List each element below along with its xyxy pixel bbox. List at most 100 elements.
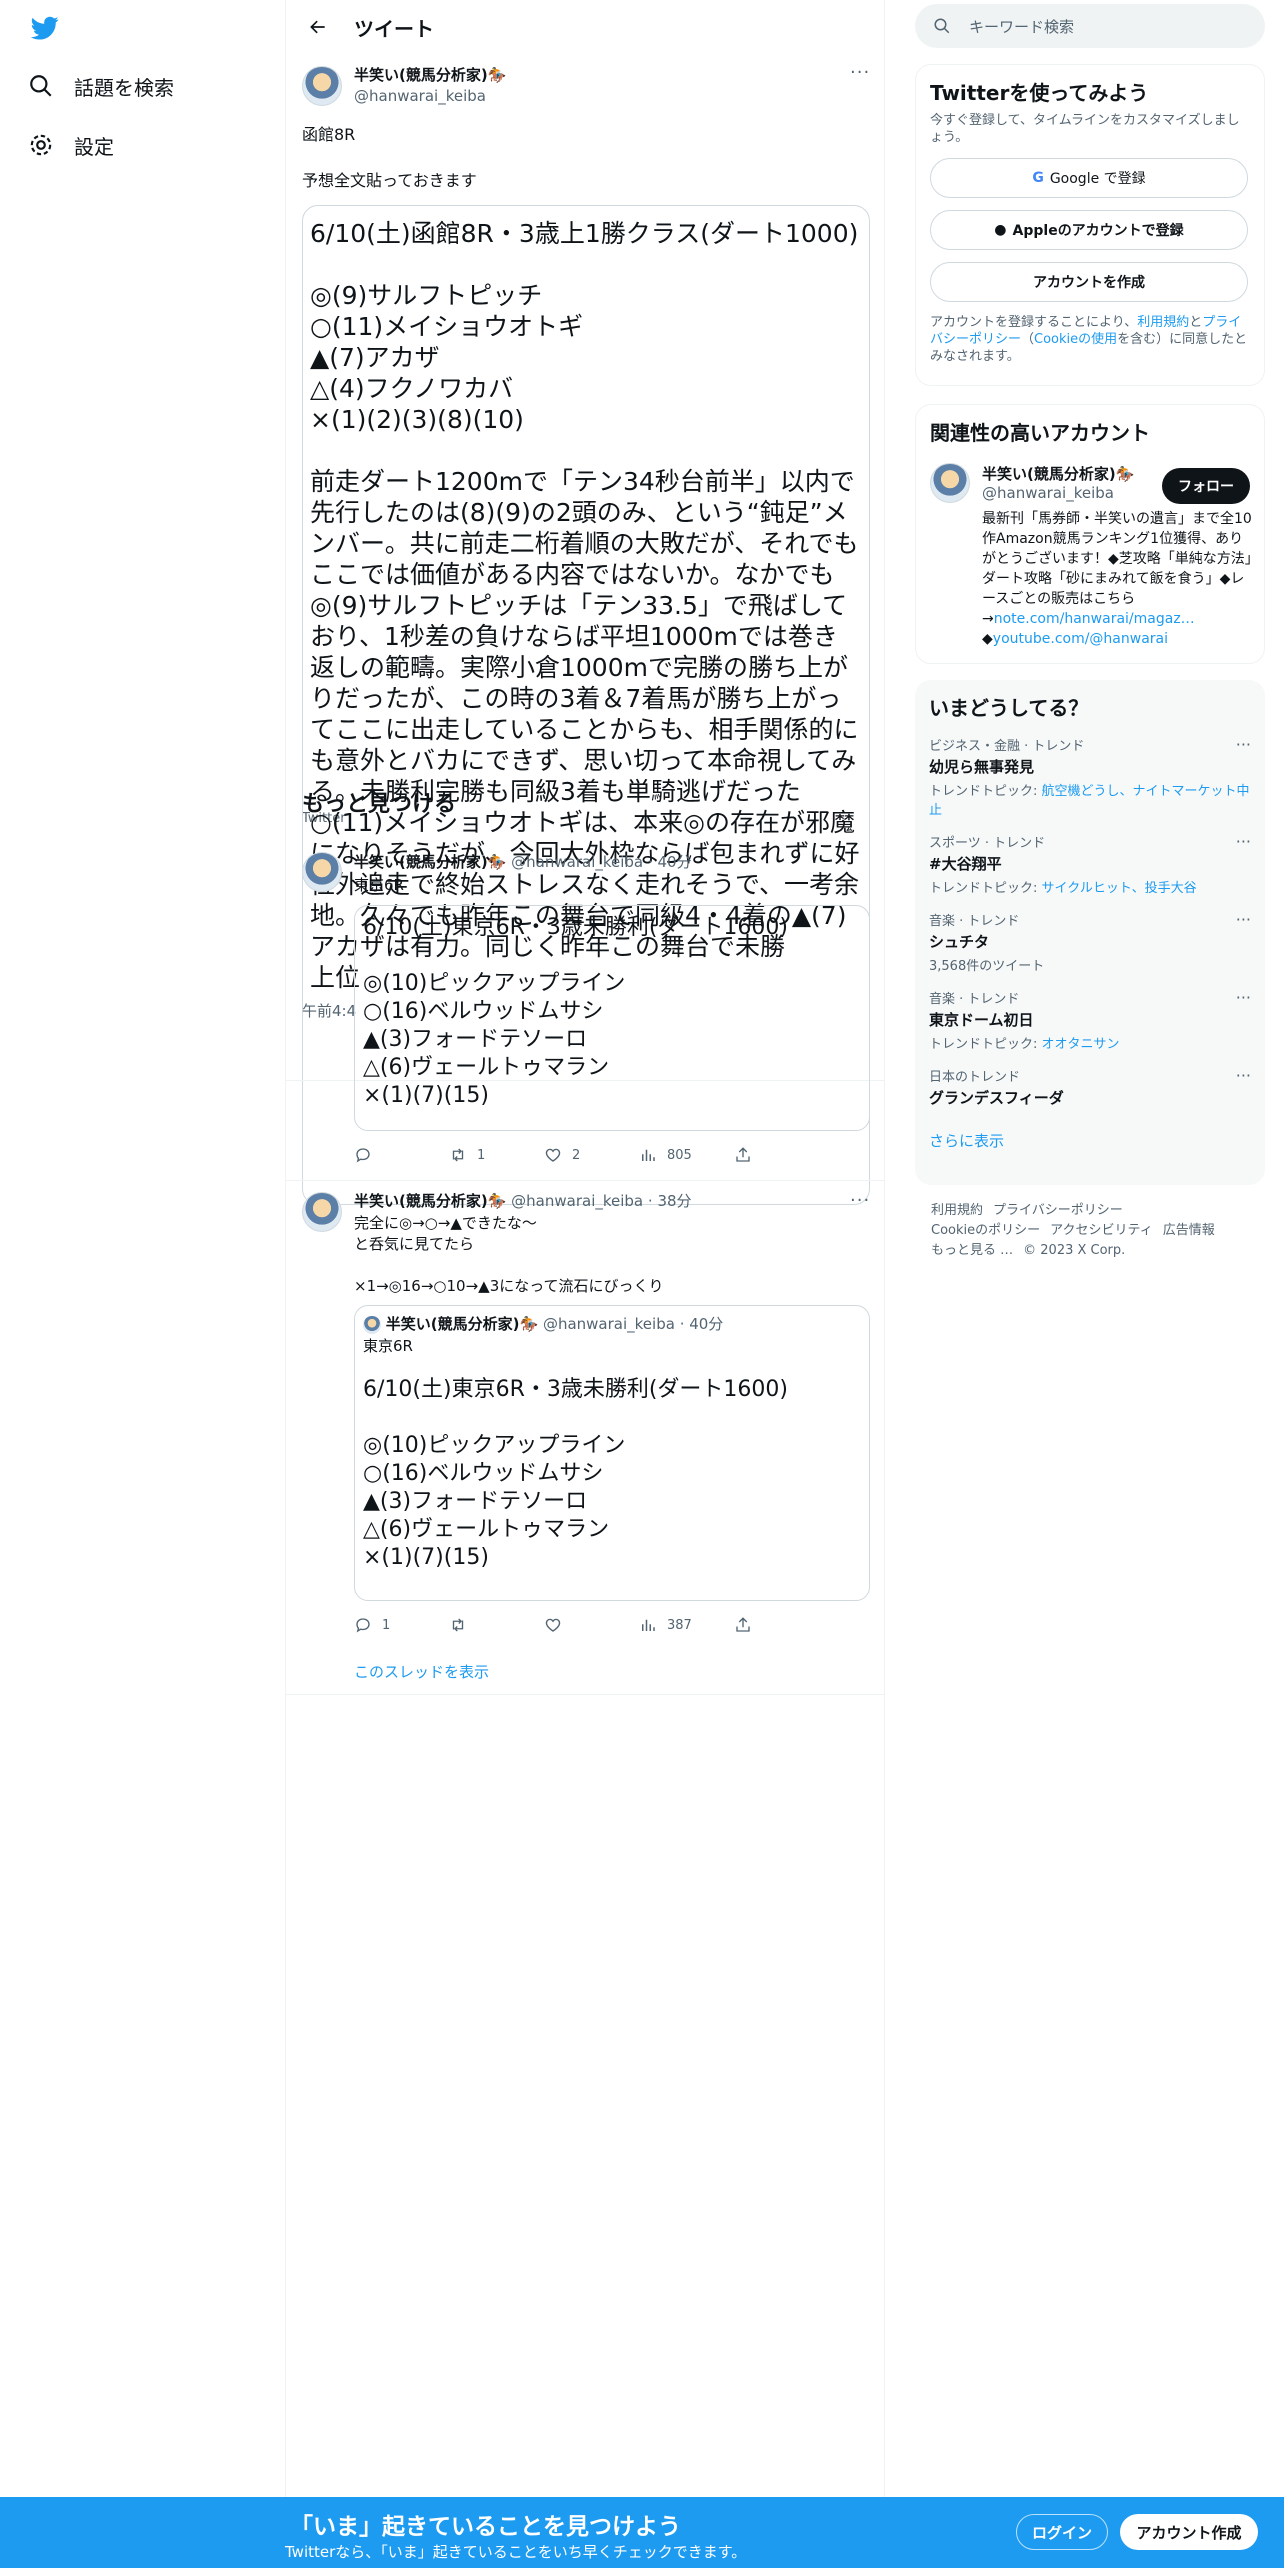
related-name[interactable]: 半笑い(競馬分析家)🏇	[982, 463, 1152, 484]
share-button[interactable]	[734, 1616, 794, 1634]
like-button[interactable]	[544, 1616, 604, 1634]
quoted-tweet[interactable]: 半笑い(競馬分析家)🏇 @hanwarai_keiba · 40分 東京6R 6…	[354, 1305, 870, 1601]
related-accounts-panel: 関連性の高いアカウント 半笑い(競馬分析家)🏇 @hanwarai_keiba …	[915, 404, 1265, 664]
reply-time[interactable]: · 40分	[648, 853, 692, 871]
youtube-link[interactable]: youtube.com/@hanwarai	[993, 631, 1168, 647]
tweet-time[interactable]: 午前4:4	[302, 1000, 356, 1021]
google-signup-button[interactable]: G Google で登録	[930, 158, 1248, 198]
reply-handle[interactable]: @hanwarai_keiba	[511, 853, 643, 871]
nav-explore[interactable]: 話題を検索	[28, 66, 174, 106]
avatar[interactable]	[302, 852, 342, 892]
card-pick: △(4)フクノワカバ	[310, 374, 514, 403]
share-icon	[736, 1147, 750, 1162]
retweet-button[interactable]: 1	[449, 1146, 509, 1164]
bar-chart-icon	[642, 1149, 655, 1161]
avatar[interactable]	[930, 463, 970, 503]
quote-label: 東京6R	[363, 1337, 413, 1355]
quote-title: 6/10(土)東京6R・3歳未勝利(ダート1600)	[363, 915, 789, 940]
bottom-signup-bar: 「いま」起きていることを見つけよう Twitterなら、「いま」起きていることを…	[0, 2497, 1284, 2568]
footer-accessibility[interactable]: アクセシビリティ	[1050, 1223, 1153, 1238]
more-icon[interactable]: ···	[1236, 1066, 1251, 1085]
reply-line: ×1→◎16→○10→▲3になって流石にびっくり	[354, 1277, 664, 1295]
trend-item[interactable]: スポーツ · トレンド #大谷翔平 トレンドトピック: サイクルヒット、投手大谷…	[929, 832, 1251, 896]
avatar[interactable]	[302, 66, 342, 106]
retweet-icon	[452, 1148, 464, 1162]
reply-button[interactable]: 1	[354, 1616, 414, 1634]
reply-time[interactable]: · 38分	[648, 1192, 692, 1210]
quoted-tweet[interactable]: 6/10(土)東京6R・3歳未勝利(ダート1600) ◎(10)ピックアップライ…	[354, 905, 870, 1131]
quote-pick: ◎(10)ピックアップライン	[363, 1433, 626, 1458]
reply-author-name[interactable]: 半笑い(競馬分析家)🏇	[354, 1192, 506, 1210]
more-icon[interactable]: ···	[1236, 832, 1251, 851]
search-icon	[30, 75, 52, 97]
share-icon	[736, 1617, 750, 1632]
quote-pick: △(6)ヴェールトゥマラン	[363, 1055, 610, 1080]
show-more-link[interactable]: さらに表示	[929, 1130, 1251, 1151]
create-account-button[interactable]: アカウントを作成	[930, 262, 1248, 302]
more-icon[interactable]: ···	[1236, 735, 1251, 754]
card-pick: ○(11)メイショウオトギ	[310, 312, 584, 341]
show-thread-link[interactable]: このスレッドを表示	[354, 1661, 489, 1682]
trend-item[interactable]: 音楽 · トレンド シュチタ 3,568件のツイート ···	[929, 910, 1251, 974]
author-handle[interactable]: @hanwarai_keiba	[354, 87, 506, 105]
reply-author-name[interactable]: 半笑い(競馬分析家)🏇	[354, 853, 506, 871]
cookie-link[interactable]: Cookieの使用	[1034, 332, 1117, 347]
terms-link[interactable]: 利用規約	[1137, 315, 1189, 330]
quote-pick: ○(16)ベルウッドムサシ	[363, 999, 604, 1024]
quote-pick: ×(1)(7)(15)	[363, 1545, 489, 1570]
tweet-line: 函館8R	[302, 125, 356, 144]
nav-settings[interactable]: 設定	[28, 125, 114, 165]
login-button[interactable]: ログイン	[1016, 2514, 1108, 2550]
author-name[interactable]: 半笑い(競馬分析家)🏇	[354, 64, 506, 85]
signup-sub: 今すぐ登録して、タイムラインをカスタマイズしましょう。	[930, 113, 1240, 145]
avatar[interactable]	[302, 1192, 342, 1232]
trend-item[interactable]: ビジネス・金融 · トレンド 幼児ら無事発見 トレンドトピック: 航空機どうし、…	[929, 735, 1251, 818]
more-icon[interactable]: ···	[850, 62, 870, 83]
more-icon[interactable]: ···	[850, 1190, 870, 1211]
footer-more[interactable]: もっと見る …	[931, 1243, 1013, 1258]
quote-title: 6/10(土)東京6R・3歳未勝利(ダート1600)	[363, 1377, 789, 1402]
quote-pick: ○(16)ベルウッドムサシ	[363, 1461, 604, 1486]
reply-button[interactable]	[354, 1146, 414, 1164]
trend-item[interactable]: 日本のトレンド グランデスフィーダ ···	[929, 1066, 1251, 1108]
footer-privacy[interactable]: プライバシーポリシー	[993, 1203, 1123, 1218]
views-button[interactable]: 387	[639, 1616, 699, 1634]
trend-item[interactable]: 音楽 · トレンド 東京ドーム初日 トレンドトピック: オオタニサン ···	[929, 988, 1251, 1052]
quote-time: · 40分	[679, 1315, 724, 1333]
tweet-line: 予想全文貼っておきます	[302, 171, 477, 190]
divider	[286, 1180, 884, 1181]
tweet-actions: 1 387	[354, 1616, 794, 1634]
card-pick: ▲(7)アカザ	[310, 343, 440, 372]
quote-header: 半笑い(競馬分析家)🏇 @hanwarai_keiba · 40分	[363, 1314, 861, 1334]
like-button[interactable]: 2	[544, 1146, 604, 1164]
card-title: 6/10(土)函館8R・3歳上1勝クラス(ダート1000)	[310, 219, 859, 248]
search-input[interactable]: キーワード検索	[915, 4, 1265, 48]
apple-signup-button[interactable]: ● Appleのアカウントで登録	[930, 210, 1248, 250]
note-link[interactable]: note.com/hanwarai/magaz…	[994, 611, 1195, 627]
follow-button[interactable]: フォロー	[1162, 468, 1250, 504]
share-button[interactable]	[734, 1146, 794, 1164]
copyright: © 2023 X Corp.	[1023, 1243, 1126, 1258]
more-icon[interactable]: ···	[1236, 988, 1251, 1007]
back-button[interactable]	[300, 9, 336, 45]
card-pick: ◎(9)サルフトピッチ	[310, 281, 543, 310]
reply-handle[interactable]: @hanwarai_keiba	[511, 1192, 643, 1210]
bottom-bar-title: 「いま」起きていることを見つけよう	[290, 2514, 681, 2540]
twitter-logo-icon[interactable]	[29, 14, 61, 42]
legal-text: アカウントを登録することにより、利用規約とプライバシーポリシー（Cookieの使…	[930, 315, 1248, 364]
reply-icon	[356, 1618, 370, 1633]
footer-terms[interactable]: 利用規約	[931, 1203, 983, 1218]
quote-pick: ◎(10)ピックアップライン	[363, 971, 626, 996]
footer-cookie[interactable]: Cookieのポリシー	[931, 1223, 1040, 1238]
page-title: ツイート	[354, 16, 434, 41]
tweet-actions: 1 2 805	[354, 1146, 794, 1164]
views-button[interactable]: 805	[639, 1146, 699, 1164]
more-icon[interactable]: ···	[1236, 910, 1251, 929]
signup-button[interactable]: アカウント作成	[1120, 2514, 1258, 2550]
retweet-button[interactable]	[449, 1616, 509, 1634]
bar-chart-icon	[642, 1619, 655, 1631]
card-pick: ×(1)(2)(3)(8)(10)	[310, 405, 524, 434]
signup-title: Twitterを使ってみよう	[930, 81, 1149, 105]
related-handle[interactable]: @hanwarai_keiba	[982, 484, 1152, 502]
footer-ads[interactable]: 広告情報	[1163, 1223, 1215, 1238]
